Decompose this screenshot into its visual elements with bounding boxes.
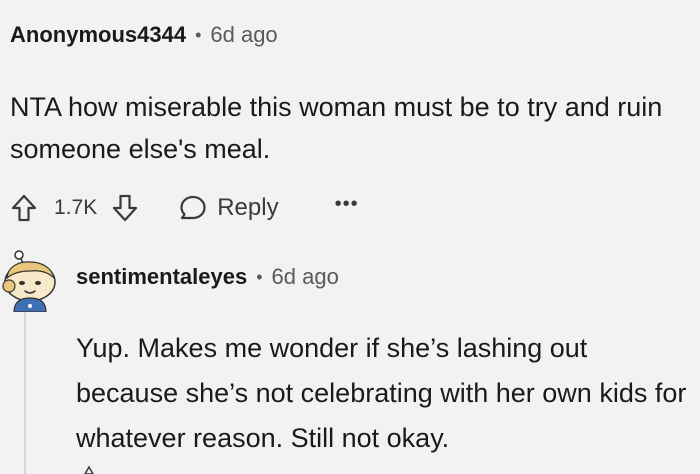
comment-timestamp[interactable]: 6d ago <box>210 22 277 48</box>
reply-label: Reply <box>217 194 279 221</box>
thread-line[interactable] <box>24 312 26 474</box>
arrow-up-icon <box>11 194 37 222</box>
vote-score: 1.7K <box>54 196 98 219</box>
reply-body: Yup. Makes me wonder if she’s lashing ou… <box>76 333 687 453</box>
reply-button[interactable]: Reply <box>179 194 279 222</box>
speech-bubble-icon <box>180 195 206 220</box>
downvote-button[interactable] <box>109 190 141 226</box>
avatar[interactable] <box>0 246 58 313</box>
comment-action-bar: 1.7K Reply ••• <box>8 190 359 226</box>
arrow-down-icon <box>113 194 138 222</box>
comment-body: NTA how miserable this woman must be to … <box>10 92 663 164</box>
upvote-button[interactable] <box>8 190 40 226</box>
reply-author[interactable]: sentimentaleyes <box>76 264 247 290</box>
comment-thread: Anonymous4344 • 6d ago NTA how miserable… <box>0 0 700 474</box>
meta-separator: • <box>195 24 202 45</box>
meta-separator: • <box>256 266 263 287</box>
reply-timestamp[interactable]: 6d ago <box>272 264 339 290</box>
more-options-button[interactable]: ••• <box>335 193 359 216</box>
comment-header: Anonymous4344 • 6d ago <box>10 22 278 48</box>
reply-header: sentimentaleyes • 6d ago <box>76 264 339 290</box>
snoo-avatar-icon <box>2 250 56 313</box>
comment-author[interactable]: Anonymous4344 <box>10 22 186 48</box>
arrow-up-icon[interactable] <box>84 466 94 474</box>
